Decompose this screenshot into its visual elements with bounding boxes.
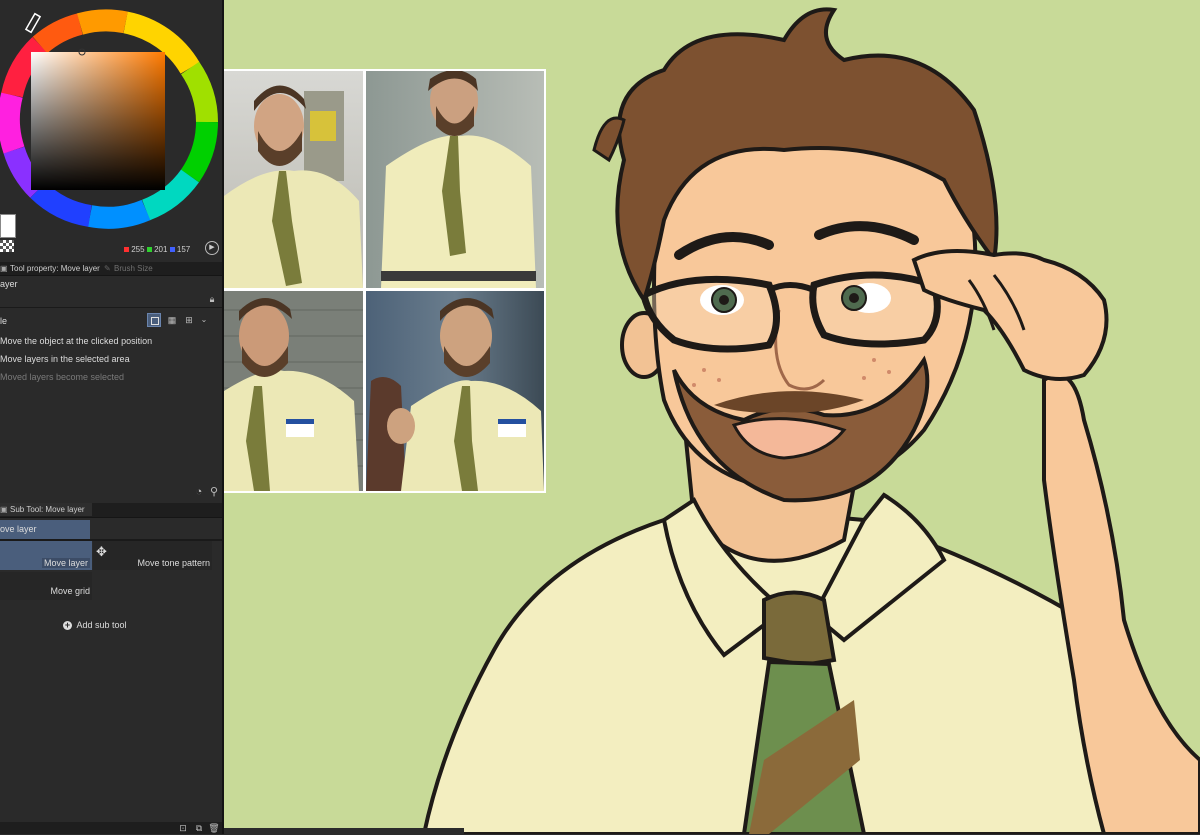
b-value: 157 [176, 245, 191, 254]
add-sub-tool-label: Add sub tool [76, 620, 127, 630]
g-swatch [146, 247, 152, 252]
checker-mode-icon[interactable]: ▦ [165, 313, 179, 327]
rgb-readout: 255 201 157 [124, 244, 190, 256]
rect-mode-icon[interactable] [147, 313, 161, 327]
settings-clock-icon[interactable]: ◔ [192, 485, 206, 499]
option-click-position[interactable]: Move the object at the clicked position [0, 336, 152, 346]
tab-tool-property[interactable]: ▣ Tool property: Move layer [0, 262, 100, 275]
r-value: 255 [131, 245, 145, 254]
main-color-swatch[interactable] [0, 214, 16, 238]
wrench-icon[interactable]: ⚲ [207, 485, 221, 499]
sub-tool-tabbar: ▣ Sub Tool: Move layer [0, 503, 222, 518]
grid-mode-icon[interactable]: ⊞ [182, 313, 196, 327]
tab-tool-property-label: Tool property: Move layer [10, 264, 100, 273]
add-circle-icon: + [63, 620, 72, 630]
tool-property-header: ayer [0, 279, 18, 289]
tab-sub-tool-label: Sub Tool: Move layer [10, 505, 85, 514]
move-arrows-icon: ✥ [96, 544, 107, 559]
sub-tool-item-label: Move layer [41, 558, 90, 568]
add-sub-tool-button[interactable]: + Add sub tool [63, 615, 127, 630]
canvas-status-strip [224, 828, 464, 834]
sub-tool-item-label: Move tone pattern [137, 558, 210, 568]
g-value: 201 [154, 245, 168, 254]
sub-tool-item-move-grid[interactable]: Move grid [0, 572, 92, 600]
tab-brush-size-label: Brush Size [114, 264, 153, 273]
sub-tool-item-label: Move grid [50, 586, 90, 596]
sub-tool-item-move-layer[interactable]: Move layer [0, 541, 92, 570]
tool-property-icon: ▣ [0, 264, 8, 273]
canvas[interactable] [224, 0, 1200, 834]
character-illustration [421, 7, 1200, 834]
sub-tool-item-move-tone-pattern[interactable]: ✥ Move tone pattern [93, 541, 212, 570]
bottom-strip: ⊡ ⧉ 🗑︎ [0, 822, 222, 834]
tool-property-tabbar: ▣ Tool property: Move layer ✎ Brush Size [0, 262, 222, 276]
option-become-selected[interactable]: Moved layers become selected [0, 372, 124, 382]
sub-tool-group[interactable]: ove layer [0, 520, 90, 539]
lock-icon[interactable]: 🔒︎ [205, 292, 219, 306]
new-layer-icon[interactable]: ⊡ [176, 821, 190, 835]
sub-tool-icon: ▣ [0, 505, 8, 514]
tab-sub-tool[interactable]: ▣ Sub Tool: Move layer [0, 503, 92, 516]
r-swatch [124, 247, 129, 252]
left-panel: 255 201 157 ▶ ▣ Tool property: Move laye… [0, 0, 222, 834]
color-wheel[interactable] [0, 0, 222, 255]
divider [0, 307, 222, 308]
color-mode-icon[interactable]: ▶ [205, 241, 219, 255]
brush-size-icon: ✎ [104, 264, 111, 273]
b-swatch [169, 247, 175, 252]
transparent-swatch-icon[interactable] [0, 240, 14, 252]
option-selected-area[interactable]: Move layers in the selected area [0, 354, 130, 364]
copy-icon[interactable]: ⧉ [192, 821, 206, 835]
sub-tool-group-label: ove layer [0, 524, 37, 534]
trash-icon[interactable]: 🗑︎ [207, 821, 221, 835]
chevron-down-icon[interactable]: ⌄ [197, 313, 211, 327]
tab-brush-size[interactable]: ✎ Brush Size [104, 262, 153, 275]
mode-label: le [0, 316, 8, 326]
